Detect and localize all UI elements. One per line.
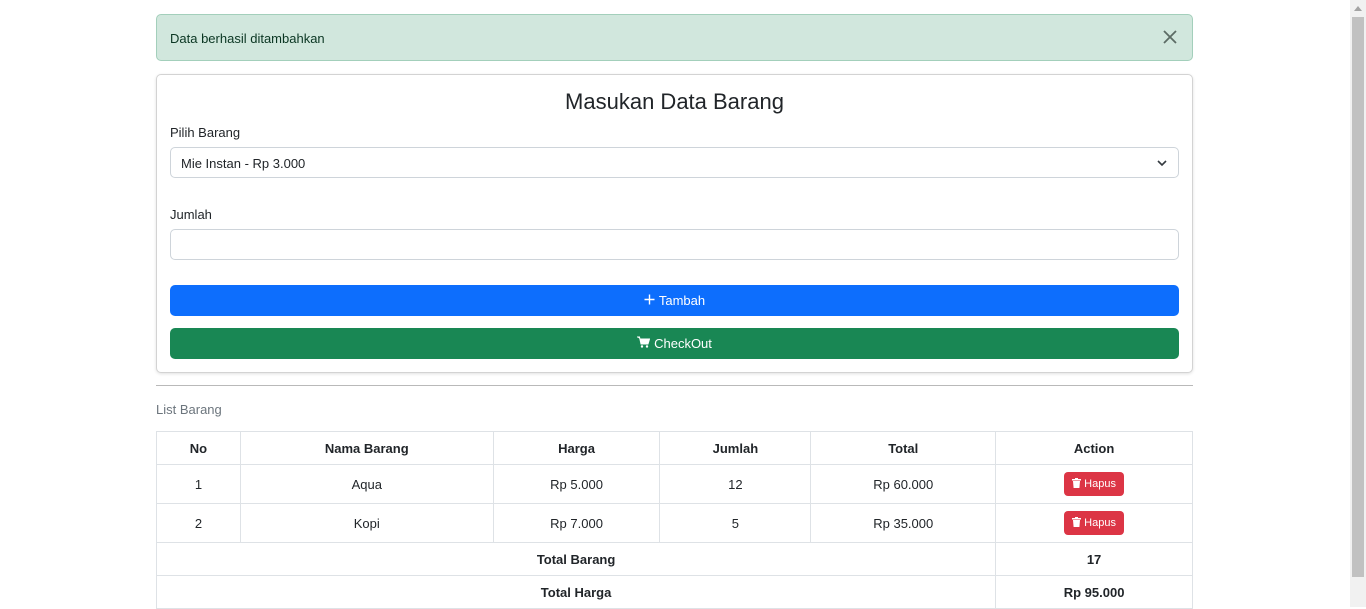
- row-action: Hapus: [995, 464, 1193, 504]
- row-no: 2: [156, 503, 241, 543]
- delete-button[interactable]: Hapus: [1064, 511, 1124, 535]
- qty-input[interactable]: [170, 229, 1179, 260]
- col-total: Total: [810, 431, 997, 465]
- row-price: Rp 7.000: [492, 503, 661, 543]
- col-action: Action: [995, 431, 1193, 465]
- item-table: No Nama Barang Harga Jumlah Total Action…: [155, 431, 1193, 609]
- qty-label: Jumlah: [170, 207, 212, 222]
- total-price-label: Total Harga: [155, 575, 997, 609]
- close-icon[interactable]: [1160, 27, 1180, 47]
- divider: [156, 385, 1193, 386]
- col-no: No: [156, 431, 241, 465]
- row-qty: 12: [659, 464, 812, 504]
- scrollbar-thumb[interactable]: [1352, 17, 1364, 577]
- trash-icon: [1072, 477, 1082, 491]
- row-action: Hapus: [995, 503, 1193, 543]
- item-select-value: Mie Instan - Rp 3.000: [181, 156, 306, 171]
- col-qty: Jumlah: [659, 431, 812, 465]
- row-name: Kopi: [239, 503, 494, 543]
- checkout-button[interactable]: CheckOut: [170, 328, 1179, 359]
- add-button[interactable]: Tambah: [170, 285, 1179, 316]
- delete-button-label: Hapus: [1084, 478, 1116, 490]
- chevron-down-icon: [1156, 157, 1168, 169]
- total-items-row: Total Barang 17: [155, 542, 1193, 576]
- table-row: 1 Aqua Rp 5.000 12 Rp 60.000 Hapus: [156, 464, 1193, 504]
- delete-button-label: Hapus: [1084, 517, 1116, 529]
- row-total: Rp 35.000: [810, 503, 997, 543]
- total-price-row: Total Harga Rp 95.000: [155, 575, 1193, 609]
- scroll-up-icon[interactable]: [1350, 0, 1366, 16]
- checkout-button-label: CheckOut: [654, 336, 712, 351]
- cart-icon: [637, 336, 651, 351]
- item-select[interactable]: Mie Instan - Rp 3.000: [170, 147, 1179, 178]
- select-label: Pilih Barang: [170, 125, 241, 140]
- input-card: Masukan Data Barang Pilih Barang Mie Ins…: [156, 74, 1193, 373]
- alert-message: Data berhasil ditambahkan: [170, 31, 325, 46]
- row-total: Rp 60.000: [810, 464, 997, 504]
- total-items-label: Total Barang: [155, 542, 997, 576]
- list-caption: List Barang: [156, 402, 222, 417]
- table-row: 2 Kopi Rp 7.000 5 Rp 35.000 Hapus: [156, 503, 1193, 543]
- delete-button[interactable]: Hapus: [1064, 472, 1124, 496]
- col-price: Harga: [492, 431, 661, 465]
- success-alert: Data berhasil ditambahkan: [156, 14, 1193, 61]
- table-header: No Nama Barang Harga Jumlah Total Action: [156, 431, 1193, 465]
- plus-icon: [644, 293, 655, 308]
- row-no: 1: [156, 464, 241, 504]
- trash-icon: [1072, 516, 1082, 530]
- total-price-value: Rp 95.000: [995, 575, 1193, 609]
- page-scrollbar[interactable]: [1350, 0, 1366, 607]
- total-items-value: 17: [995, 542, 1193, 576]
- row-price: Rp 5.000: [492, 464, 661, 504]
- col-name: Nama Barang: [239, 431, 494, 465]
- row-qty: 5: [659, 503, 812, 543]
- row-name: Aqua: [239, 464, 494, 504]
- add-button-label: Tambah: [658, 293, 706, 308]
- form-title: Masukan Data Barang: [565, 89, 784, 114]
